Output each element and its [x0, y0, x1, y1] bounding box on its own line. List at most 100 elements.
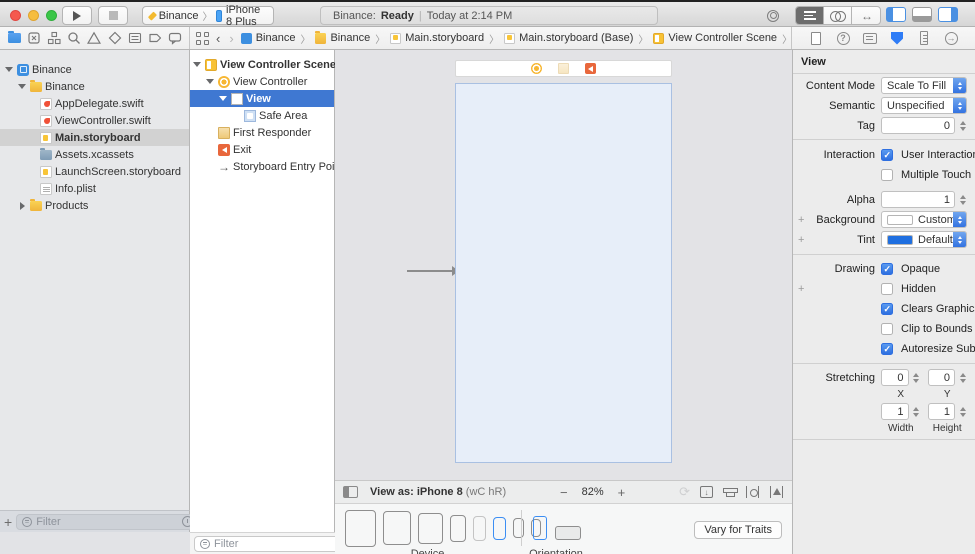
go-back-button[interactable]: ‹: [214, 31, 222, 46]
stretching-width-stepper[interactable]: [912, 406, 921, 417]
outline-row-view[interactable]: View: [190, 90, 334, 107]
tag-stepper[interactable]: [958, 120, 967, 131]
opaque-checkbox[interactable]: [881, 262, 893, 275]
first-responder-icon[interactable]: [558, 63, 569, 74]
test-navigator-tab[interactable]: [107, 30, 123, 46]
related-items-icon[interactable]: [196, 31, 209, 45]
assistant-editor-button[interactable]: [824, 7, 852, 24]
iphone-se-icon[interactable]: [513, 518, 524, 538]
view-controller-icon[interactable]: [531, 63, 542, 74]
content-mode-popup[interactable]: Scale To Fill: [881, 77, 967, 94]
attributes-inspector-tab[interactable]: [889, 30, 905, 46]
zoom-in-button[interactable]: +: [618, 485, 626, 500]
update-frames-button[interactable]: ⟳: [679, 484, 690, 500]
breadcrumb[interactable]: Main.storyboard (Base): [504, 32, 633, 44]
disclosure-triangle[interactable]: [218, 96, 228, 101]
report-navigator-tab[interactable]: [167, 30, 183, 46]
outline-row-view-controller[interactable]: View Controller: [190, 73, 334, 90]
go-forward-button[interactable]: ›: [227, 31, 235, 46]
autoresize-subviews-checkbox[interactable]: [881, 342, 893, 355]
alpha-field[interactable]: 1: [881, 191, 955, 208]
landscape-orientation-icon[interactable]: [555, 526, 581, 540]
portrait-orientation-icon[interactable]: [533, 516, 547, 540]
tint-color-well[interactable]: [887, 234, 913, 245]
stretching-height-field[interactable]: 1: [927, 403, 955, 420]
disclosure-triangle[interactable]: [205, 79, 215, 84]
size-inspector-tab[interactable]: [916, 30, 932, 46]
zoom-window-button[interactable]: [46, 10, 57, 21]
alpha-stepper[interactable]: [958, 194, 967, 205]
add-constraints-button[interactable]: [745, 486, 760, 498]
debug-navigator-tab[interactable]: [127, 30, 143, 46]
breakpoint-navigator-tab[interactable]: [147, 30, 163, 46]
ipad-10-5-icon[interactable]: [383, 511, 411, 545]
iphone-x-icon[interactable]: [473, 515, 486, 541]
file-row-products[interactable]: Products: [0, 197, 189, 214]
toggle-navigator-button[interactable]: [886, 7, 906, 22]
outline-row-first-responder[interactable]: First Responder: [190, 124, 334, 141]
file-row-launchscreen[interactable]: LaunchScreen.storyboard: [0, 163, 189, 180]
outline-row-safe-area[interactable]: Safe Area: [190, 107, 334, 124]
close-window-button[interactable]: [10, 10, 21, 21]
file-row-assets[interactable]: Assets.xcassets: [0, 146, 189, 163]
file-row-infoplist[interactable]: Info.plist: [0, 180, 189, 197]
file-inspector-tab[interactable]: [808, 30, 824, 46]
background-color-well[interactable]: [887, 214, 913, 225]
identity-inspector-tab[interactable]: [862, 30, 878, 46]
resolve-autolayout-button[interactable]: [769, 486, 784, 498]
source-control-navigator-tab[interactable]: [26, 30, 42, 46]
quick-help-inspector-tab[interactable]: ?: [835, 30, 851, 46]
scheme-selector[interactable]: Binance 〉 iPhone 8 Plus: [142, 4, 274, 28]
issue-navigator-tab[interactable]: [86, 30, 102, 46]
user-interaction-checkbox[interactable]: [881, 148, 893, 161]
breadcrumb[interactable]: Binance: [315, 30, 370, 44]
stretching-height-stepper[interactable]: [958, 406, 967, 417]
stretching-x-field[interactable]: 0: [881, 369, 909, 386]
navigator-filter-field[interactable]: [16, 513, 214, 530]
background-popup[interactable]: Custom: [881, 211, 967, 228]
iphone-8-plus-icon[interactable]: [450, 514, 466, 542]
disclosure-triangle[interactable]: [17, 201, 27, 210]
semantic-popup[interactable]: Unspecified: [881, 97, 967, 114]
ipad-12-9-icon[interactable]: [345, 509, 376, 547]
align-button[interactable]: [722, 486, 738, 498]
toggle-inspectors-button[interactable]: [938, 7, 958, 22]
view-controller-view[interactable]: [455, 83, 672, 463]
stretching-y-stepper[interactable]: [958, 372, 967, 383]
view-as-label[interactable]: View as: iPhone 8 (wC hR): [370, 486, 506, 498]
target-button[interactable]: [760, 6, 786, 25]
stretching-x-stepper[interactable]: [912, 372, 921, 383]
breadcrumb[interactable]: View Controller Scene: [653, 32, 777, 44]
hidden-checkbox[interactable]: [881, 282, 893, 295]
minimize-window-button[interactable]: [28, 10, 39, 21]
add-user-defined-attribute-button[interactable]: +: [798, 283, 804, 295]
standard-editor-button[interactable]: [796, 7, 824, 24]
breadcrumb[interactable]: Binance: [240, 32, 295, 44]
zoom-out-button[interactable]: −: [560, 485, 568, 500]
disclosure-triangle[interactable]: [192, 62, 202, 67]
multiple-touch-checkbox[interactable]: [881, 168, 893, 181]
toggle-document-outline-button[interactable]: [343, 486, 358, 498]
filter-input[interactable]: [36, 515, 179, 528]
file-row-binance-project[interactable]: Binance: [0, 61, 189, 78]
file-row-appdelegate[interactable]: AppDelegate.swift: [0, 95, 189, 112]
zoom-level[interactable]: 82%: [582, 486, 604, 498]
connections-inspector-tab[interactable]: →: [943, 30, 959, 46]
tint-popup[interactable]: Default: [881, 231, 967, 248]
outline-row-exit[interactable]: Exit: [190, 141, 334, 158]
symbol-navigator-tab[interactable]: [46, 30, 62, 46]
outline-row-entry-point[interactable]: → Storyboard Entry Point: [190, 158, 344, 175]
outline-row-scene[interactable]: View Controller Scene: [190, 56, 336, 73]
exit-icon[interactable]: [585, 63, 596, 74]
tag-field[interactable]: 0: [881, 117, 955, 134]
clears-graphics-context-checkbox[interactable]: [881, 302, 893, 315]
stretching-y-field[interactable]: 0: [927, 369, 955, 386]
stop-button[interactable]: [98, 6, 128, 25]
clip-to-bounds-checkbox[interactable]: [881, 322, 893, 335]
file-row-viewcontroller[interactable]: ViewController.swift: [0, 112, 189, 129]
vary-for-traits-button[interactable]: Vary for Traits: [694, 521, 782, 539]
add-user-defined-attribute-button[interactable]: +: [798, 214, 804, 226]
disclosure-triangle[interactable]: [17, 84, 27, 89]
project-navigator-tab[interactable]: [6, 30, 22, 46]
disclosure-triangle[interactable]: [4, 67, 14, 72]
